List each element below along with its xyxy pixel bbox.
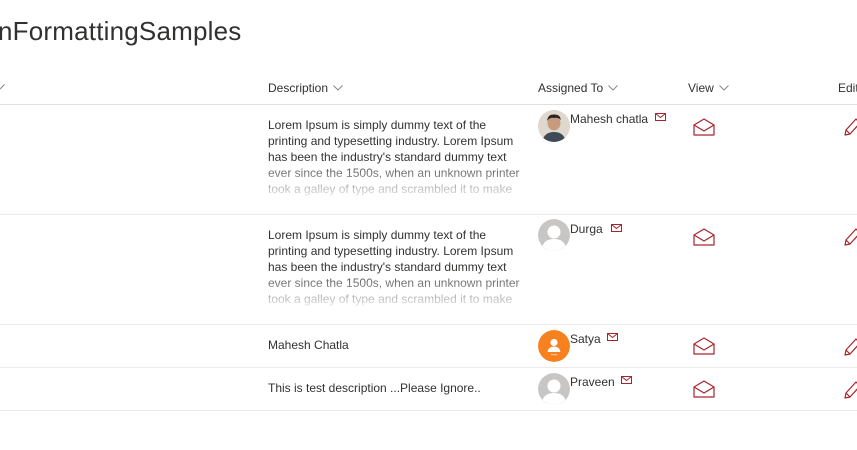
row-divider	[0, 410, 857, 411]
assigned-to-name[interactable]: Durga	[570, 222, 603, 236]
pencil-icon[interactable]	[843, 117, 857, 137]
avatar[interactable]	[538, 330, 570, 362]
column-header-label: Assigned To	[538, 81, 604, 95]
avatar[interactable]	[538, 373, 570, 405]
avatar[interactable]	[538, 110, 570, 142]
page-title: nFormattingSamples	[0, 16, 242, 46]
description-cell: Lorem Ipsum is simply dummy text of the …	[268, 118, 520, 196]
chevron-down-icon	[608, 85, 619, 91]
chevron-down-icon	[718, 85, 729, 91]
assigned-to-name[interactable]: Praveen	[570, 375, 615, 389]
column-header-view[interactable]: View	[688, 78, 729, 98]
envelope-open-icon[interactable]	[693, 380, 715, 398]
description-cell: This is test description ...Please Ignor…	[268, 381, 481, 395]
column-header-label: Edit	[838, 81, 857, 95]
envelope-open-icon[interactable]	[693, 118, 715, 136]
envelope-open-icon[interactable]	[693, 337, 715, 355]
table-row[interactable]: Lorem Ipsum is simply dummy text of the …	[0, 215, 857, 325]
description-cell: Mahesh Chatla	[268, 338, 349, 352]
column-header-edit[interactable]: Edit	[838, 78, 857, 98]
pencil-icon[interactable]	[843, 337, 857, 357]
envelope-open-icon[interactable]	[693, 228, 715, 246]
assigned-to-name[interactable]: Mahesh chatla	[570, 112, 648, 126]
table-row[interactable]: Mahesh Chatla Satya	[0, 325, 857, 368]
mail-icon[interactable]	[607, 333, 618, 341]
pencil-icon[interactable]	[843, 227, 857, 247]
table-row[interactable]: This is test description ...Please Ignor…	[0, 368, 857, 411]
assigned-to-name[interactable]: Satya	[570, 332, 601, 346]
mail-icon[interactable]	[611, 224, 622, 232]
description-cell: Lorem Ipsum is simply dummy text of the …	[268, 228, 520, 306]
column-header-label: View	[688, 81, 714, 95]
column-header-assigned-to[interactable]: Assigned To	[538, 78, 619, 98]
chevron-down-icon	[333, 85, 343, 91]
mail-icon[interactable]	[655, 113, 666, 121]
column-header-description[interactable]: Description	[268, 78, 343, 98]
avatar[interactable]	[538, 219, 570, 251]
chevron-down-icon[interactable]	[0, 84, 5, 90]
column-header-label: Description	[268, 81, 329, 95]
pencil-icon[interactable]	[843, 380, 857, 400]
mail-icon[interactable]	[621, 376, 632, 384]
list-view: nFormattingSamples Description Assigned …	[0, 0, 857, 450]
table-row[interactable]: Lorem Ipsum is simply dummy text of the …	[0, 105, 857, 215]
